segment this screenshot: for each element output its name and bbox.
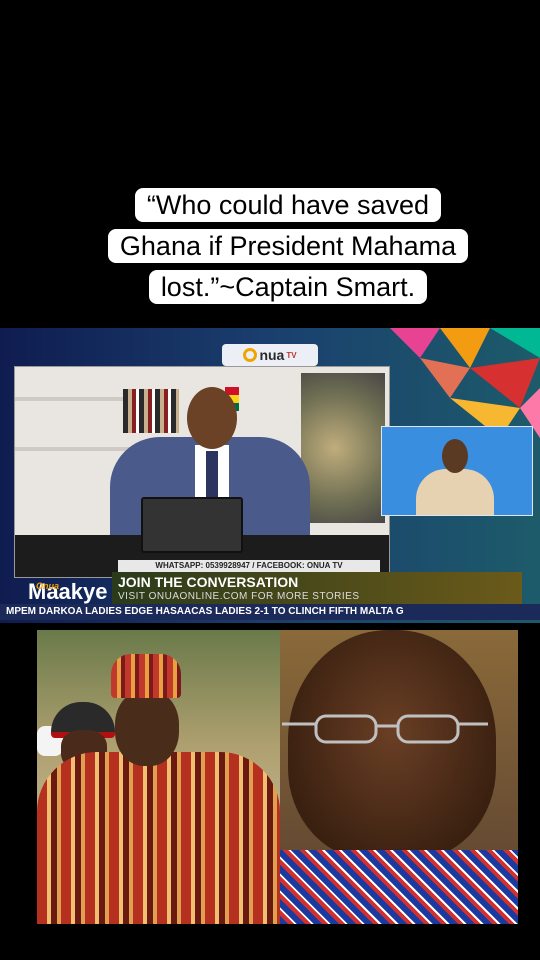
caption-line-1: “Who could have saved	[134, 188, 442, 222]
news-ticker: MPEM DARKOA LADIES EDGE HASAACAS LADIES …	[0, 604, 540, 620]
laptop	[141, 497, 243, 553]
presenter-tie	[206, 451, 218, 503]
composite-photo	[37, 630, 518, 924]
kente-hat	[111, 654, 181, 698]
eyeglasses-icon	[282, 714, 488, 744]
mahama-face	[115, 690, 179, 766]
shelf	[15, 447, 135, 451]
tv-broadcast-frame: nua TV WHATSAPP: 0539928947 / FACEBOOK: …	[0, 328, 540, 623]
mahama-photo	[37, 630, 280, 924]
show-logo: Onua Maakye	[28, 572, 112, 606]
show-logo-brand: Onua	[36, 581, 60, 591]
presenter-head	[187, 387, 237, 449]
smock-robe	[37, 752, 280, 924]
sign-language-inset	[381, 426, 533, 516]
signer-head	[442, 439, 468, 473]
logo-ring-icon	[243, 348, 258, 362]
bawumia-photo	[280, 630, 518, 924]
background-plant	[301, 373, 385, 523]
video-caption: “Who could have saved Ghana if President…	[68, 185, 508, 308]
join-title: JOIN THE CONVERSATION	[118, 574, 299, 590]
channel-logo-suffix: TV	[286, 350, 297, 360]
bookshelf-books	[123, 389, 179, 433]
join-subtitle: VISIT ONUAONLINE.COM FOR MORE STORIES	[118, 591, 360, 602]
contact-bar: WHATSAPP: 0539928947 / FACEBOOK: ONUA TV	[118, 560, 380, 572]
signer-torso	[416, 469, 494, 515]
caption-line-2: Ghana if President Mahama	[107, 229, 469, 263]
channel-logo: nua TV	[222, 344, 318, 366]
patterned-shirt	[280, 850, 518, 924]
shelf	[15, 397, 135, 401]
join-conversation-bar: JOIN THE CONVERSATION VISIT ONUAONLINE.C…	[112, 572, 522, 606]
caption-line-3: lost.”~Captain Smart.	[148, 270, 428, 304]
channel-logo-text: nua	[259, 347, 285, 363]
studio-video	[14, 366, 390, 578]
